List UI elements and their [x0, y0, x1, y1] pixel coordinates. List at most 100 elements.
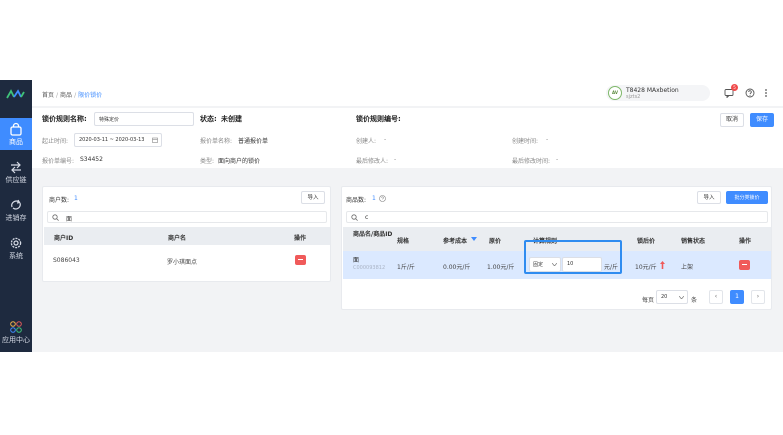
sidebar-item-goods[interactable]: 商品: [0, 118, 32, 150]
rule-name-input[interactable]: 特殊定价: [94, 112, 194, 126]
cancel-button[interactable]: 取消: [720, 113, 744, 127]
avatar: AV: [608, 86, 622, 100]
merchant-delete-button[interactable]: [295, 255, 306, 265]
page-size-value: 20: [661, 294, 668, 300]
filter-icon[interactable]: [471, 237, 477, 242]
spec-cell: 1斤/斤: [397, 264, 415, 271]
rule-name-label: 锁价规则名称:: [42, 115, 87, 123]
search-icon: [351, 214, 358, 221]
top-bar: 首页 / 商品 / 限价锁价 AV T8428 MAxbetion sjzts2 5: [32, 80, 783, 106]
modifier-label: 最后修改人:: [356, 158, 389, 165]
breadcrumb-goods[interactable]: 商品: [60, 92, 72, 99]
next-page-button[interactable]: ›: [751, 290, 765, 304]
merchant-count-label: 商户数:: [49, 197, 70, 204]
help-icon[interactable]: [745, 88, 755, 98]
help-icon[interactable]: [379, 195, 386, 202]
calc-rule-value-input[interactable]: 10: [562, 257, 602, 272]
product-count-label: 商品数:: [346, 197, 367, 204]
type-value: 面向商户的锁价: [218, 158, 261, 165]
modify-time-label: 最后修改时间:: [512, 158, 551, 165]
merchant-search-value: 面: [66, 216, 73, 223]
sidebar-item-label: 供应链: [5, 176, 27, 184]
merchant-import-button[interactable]: 导入: [301, 191, 325, 204]
col-product-action: 操作: [739, 238, 752, 245]
rule-form: 锁价规则名称: 特殊定价 状态: 未创建 锁价规则编号: 取消 保存 起止时间:…: [32, 108, 783, 168]
swap-arrows-icon: [11, 161, 21, 174]
user-account: sjzts2: [626, 94, 641, 100]
modifier-value: -: [394, 156, 397, 163]
user-menu[interactable]: AV T8428 MAxbetion sjzts2: [606, 85, 710, 101]
product-count: 1: [372, 195, 376, 202]
sidebar-item-label: 应用中心: [2, 336, 30, 344]
date-range-value: 2020-03-11 ~ 2020-03-13: [79, 137, 145, 143]
calc-rule-unit: 元/斤: [604, 264, 619, 271]
modify-time-value: -: [556, 156, 559, 163]
merchant-search-input[interactable]: 面: [47, 211, 327, 223]
status-value: 未创建: [221, 115, 242, 123]
product-panel: 商品数: 1 导入 批分类锁价 c 商品名/商品ID 规格 参考成本 原价 计算…: [341, 186, 772, 310]
gear-icon: [10, 237, 22, 249]
col-merchant-action: 操作: [294, 235, 307, 242]
product-name-cell: 面: [353, 257, 360, 264]
col-spec: 规格: [397, 238, 410, 245]
sidebar-item-label: 商品: [9, 138, 23, 146]
merchant-count: 1: [74, 195, 78, 202]
cycle-icon: [11, 199, 21, 210]
product-search-input[interactable]: c: [346, 211, 768, 223]
sidebar-item-app-center[interactable]: 应用中心: [0, 316, 32, 348]
time-label: 起止时间:: [42, 138, 69, 145]
product-search-value: c: [365, 214, 369, 221]
app-frame: 商品 供应链 进销存 系统 应用中心 首页 / 商品 / 限价锁价 AV T84…: [0, 80, 783, 352]
col-merchant-name: 商户名: [168, 235, 187, 242]
col-orig-price: 原价: [489, 238, 502, 245]
prev-page-button[interactable]: ‹: [709, 290, 723, 304]
page-size-select[interactable]: 20: [656, 290, 688, 304]
page-size-unit: 条: [691, 297, 698, 304]
col-sale-status: 销售状态: [681, 238, 706, 245]
notification-badge: 5: [731, 84, 738, 91]
col-product-name: 商品名/商品ID: [353, 231, 393, 238]
sale-status-cell: 上架: [681, 264, 694, 271]
col-merchant-id: 商户ID: [54, 235, 74, 242]
create-time-label: 创建时间:: [512, 138, 539, 145]
rule-no-label: 锁价规则编号:: [356, 115, 401, 123]
product-delete-button[interactable]: [739, 260, 750, 270]
sidebar-item-supply-chain[interactable]: 供应链: [0, 156, 32, 188]
chevron-down-icon: [552, 263, 557, 266]
merchant-name-cell: 罗小琪面点: [167, 259, 198, 266]
creator-value: -: [384, 136, 387, 143]
status-label: 状态:: [200, 115, 217, 123]
more-vertical-icon[interactable]: [761, 88, 771, 98]
apps-icon: [10, 321, 22, 333]
sidebar: 商品 供应链 进销存 系统 应用中心: [0, 80, 32, 352]
breadcrumb-current: 限价锁价: [78, 92, 103, 99]
save-button[interactable]: 保存: [750, 113, 774, 127]
ref-cost-cell: 0.00元/斤: [443, 264, 471, 271]
calc-rule-mode-select[interactable]: 固定: [529, 257, 561, 272]
product-id-cell: C000093812: [353, 265, 386, 271]
breadcrumb-home[interactable]: 首页: [42, 92, 54, 99]
product-import-button[interactable]: 导入: [697, 191, 721, 204]
merchant-id-cell: S086043: [53, 257, 80, 264]
col-locked-price: 锁后价: [637, 238, 656, 245]
quote-no-value: S34452: [80, 156, 103, 163]
search-icon: [52, 214, 59, 221]
sidebar-item-label: 进销存: [5, 214, 27, 222]
user-name: T8428 MAxbetion: [626, 87, 679, 94]
calc-rule-mode-value: 固定: [533, 262, 544, 268]
batch-lock-price-button[interactable]: 批分类锁价: [726, 191, 768, 204]
quote-name-label: 报价单名称:: [200, 138, 233, 145]
arrow-up-icon: [660, 261, 665, 269]
shopping-bag-icon: [10, 122, 22, 136]
sidebar-item-inventory[interactable]: 进销存: [0, 194, 32, 226]
page-button-current[interactable]: 1: [730, 290, 744, 304]
sidebar-item-system[interactable]: 系统: [0, 232, 32, 264]
quote-name-value: 普通报价单: [238, 138, 269, 145]
page-size-label: 每页: [642, 297, 655, 304]
sidebar-item-label: 系统: [9, 252, 23, 260]
col-ref-cost: 参考成本: [443, 238, 468, 245]
table-row: 面 C000093812 1斤/斤 0.00元/斤 1.00元/斤 固定 10 …: [343, 240, 771, 279]
orig-price-cell: 1.00元/斤: [487, 264, 515, 271]
merchant-table-header: 商户ID 商户名 操作: [44, 227, 330, 245]
date-range-input[interactable]: 2020-03-11 ~ 2020-03-13: [74, 133, 162, 147]
